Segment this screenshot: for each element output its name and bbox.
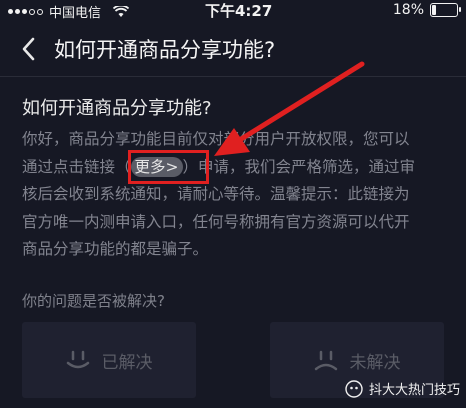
article-title: 如何开通商品分享功能? [22,98,212,119]
line-text: 通过点击链接 [22,157,116,176]
watermark: 抖大大热门技巧 [345,379,460,398]
wifi-icon [113,5,130,17]
unsolved-label: 未解决 [349,352,401,373]
feedback-question: 你的问题是否被解决? [22,292,165,310]
highlight-box [128,150,209,184]
back-chevron-icon[interactable] [14,34,44,64]
article-line: 商品分享功能的都是骗子。 [22,240,209,258]
status-left: 中国电信 [8,2,130,21]
solved-label: 已解决 [101,352,153,373]
frown-icon [314,350,337,371]
article-line: 官方唯一内测申请入口，任何号称拥有官方资源可以代开 [22,212,410,231]
battery-percent: 18% [392,2,424,18]
wechat-logo-icon [345,379,363,398]
status-bar: 中国电信 下午4:27 18% [0,0,466,26]
watermark-text: 抖大大热门技巧 [368,383,460,398]
signal-icon [8,8,43,15]
smile-icon [66,350,89,369]
article-line: 核后会收到系统通知，请耐心等待。温馨提示：此链接为 [22,185,410,203]
carrier-name: 中国电信 [49,6,102,21]
red-arrow-icon [214,61,365,156]
solved-button[interactable]: 已解决 [22,322,196,398]
status-time: 下午4:27 [205,2,273,20]
battery-icon [430,3,461,17]
status-right: 18% [392,2,461,18]
